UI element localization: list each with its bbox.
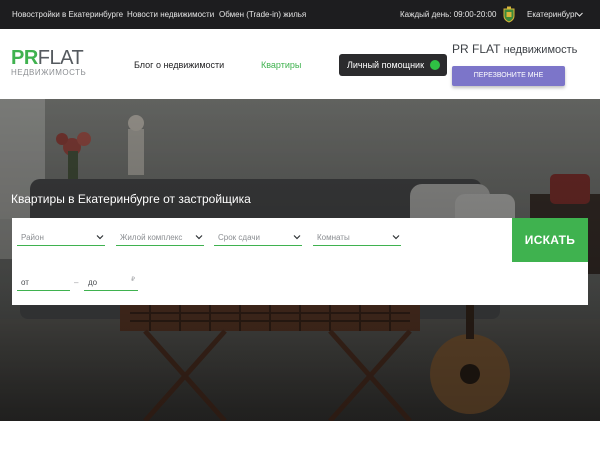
topbar-link-trade-in[interactable]: Обмен (Trade-in) жилья	[219, 10, 306, 19]
logo-flat: FLAT	[37, 47, 84, 69]
search-button[interactable]: ИСКАТЬ	[512, 218, 588, 262]
online-status-icon	[430, 60, 440, 70]
brand-title: PR FLAT недвижимость	[452, 42, 577, 56]
hero-title: Квартиры в Екатеринбурге от застройщика	[11, 192, 251, 206]
rooms-select[interactable]: Комнаты	[313, 229, 401, 246]
logo-subtitle: НЕДВИЖИМОСТЬ	[11, 68, 87, 77]
price-to-label: до	[88, 278, 98, 287]
price-from-label: от	[21, 278, 29, 287]
topbar-link-new-buildings[interactable]: Новостройки в Екатеринбурге	[12, 10, 123, 19]
brand-suffix: недвижимость	[503, 44, 578, 56]
price-from-input[interactable]: от	[17, 273, 70, 291]
price-to-input[interactable]: до ₽	[84, 273, 138, 291]
logo-pr: PR	[11, 47, 38, 69]
nav-blog[interactable]: Блог о недвижимости	[134, 60, 224, 70]
residential-complex-label: Жилой комплекс	[120, 233, 183, 242]
topbar-link-news[interactable]: Новости недвижимости	[127, 10, 214, 19]
chevron-down-icon	[96, 235, 104, 240]
callback-button[interactable]: ПЕРЕЗВОНИТЕ МНЕ	[452, 66, 565, 86]
top-bar: Новостройки в Екатеринбурге Новости недв…	[0, 0, 600, 29]
nav-flats[interactable]: Квартиры	[261, 60, 301, 70]
site-header: PRFLAT НЕДВИЖИМОСТЬ Блог о недвижимости …	[0, 29, 600, 99]
city-selector[interactable]: Екатеринбург	[527, 10, 577, 19]
city-crest-icon	[503, 6, 515, 23]
chevron-down-icon	[293, 235, 301, 240]
working-hours: Каждый день: 09:00-20:00	[400, 10, 497, 19]
search-filter-panel: Район Жилой комплекс Срок сдачи Комнаты …	[12, 218, 588, 305]
currency-label: ₽	[131, 277, 135, 283]
chevron-down-icon[interactable]	[575, 10, 584, 19]
personal-assistant-button[interactable]: Личный помощник	[339, 54, 447, 76]
district-select[interactable]: Район	[17, 229, 105, 246]
logo[interactable]: PRFLAT	[11, 47, 84, 69]
completion-date-label: Срок сдачи	[218, 233, 260, 242]
residential-complex-select[interactable]: Жилой комплекс	[116, 229, 204, 246]
personal-assistant-label: Личный помощник	[347, 60, 425, 70]
rooms-select-label: Комнаты	[317, 233, 350, 242]
chevron-down-icon	[195, 235, 203, 240]
completion-date-select[interactable]: Срок сдачи	[214, 229, 302, 246]
brand-name: PR FLAT	[452, 42, 501, 56]
page-bottom	[0, 421, 600, 450]
range-dash: –	[74, 278, 79, 287]
district-select-label: Район	[21, 233, 44, 242]
chevron-down-icon	[392, 235, 400, 240]
